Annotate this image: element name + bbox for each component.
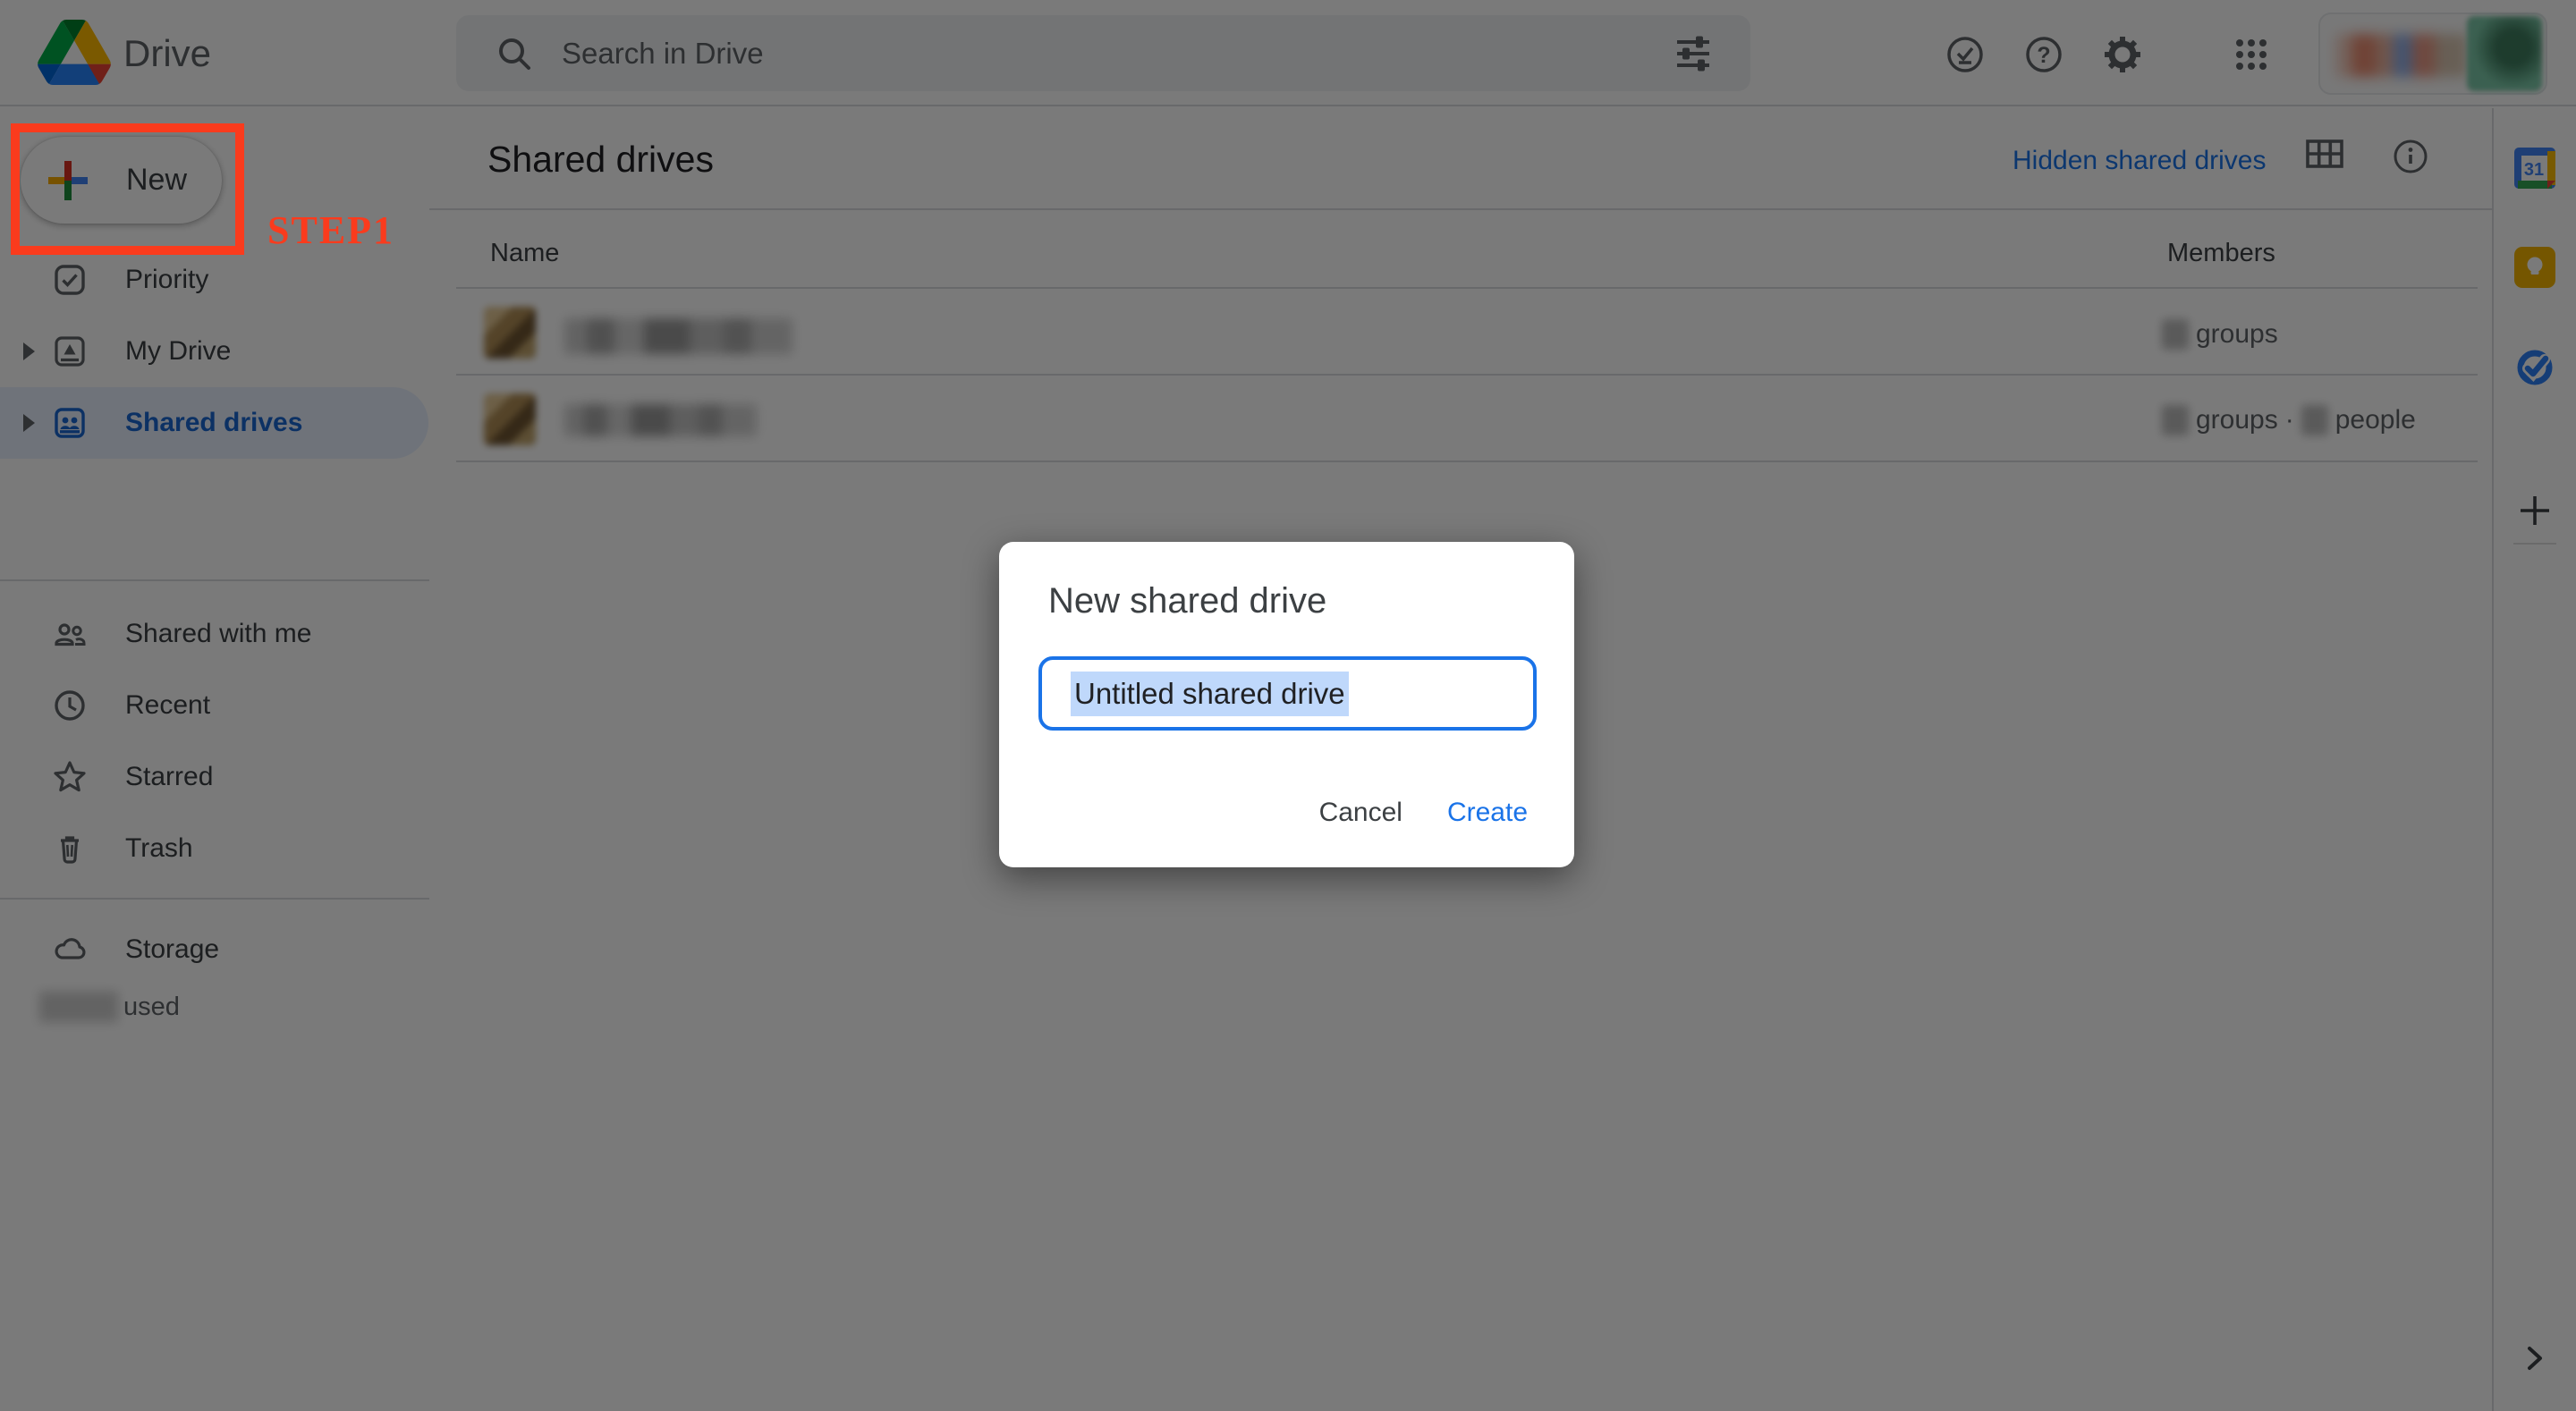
dialog-title: New shared drive: [1048, 581, 1326, 621]
cancel-button[interactable]: Cancel: [1319, 798, 1402, 828]
create-button[interactable]: Create: [1447, 798, 1528, 828]
step1-label: STEP1: [267, 207, 394, 253]
google-drive-app: Drive Search in Drive: [0, 0, 2576, 1411]
drive-name-input-value: Untitled shared drive: [1071, 672, 1349, 716]
dialog-actions: Cancel Create: [1319, 798, 1528, 828]
drive-name-input[interactable]: Untitled shared drive: [1038, 656, 1537, 731]
step1-highlight-rect: [11, 123, 244, 255]
new-shared-drive-dialog: New shared drive Untitled shared drive C…: [999, 542, 1574, 867]
